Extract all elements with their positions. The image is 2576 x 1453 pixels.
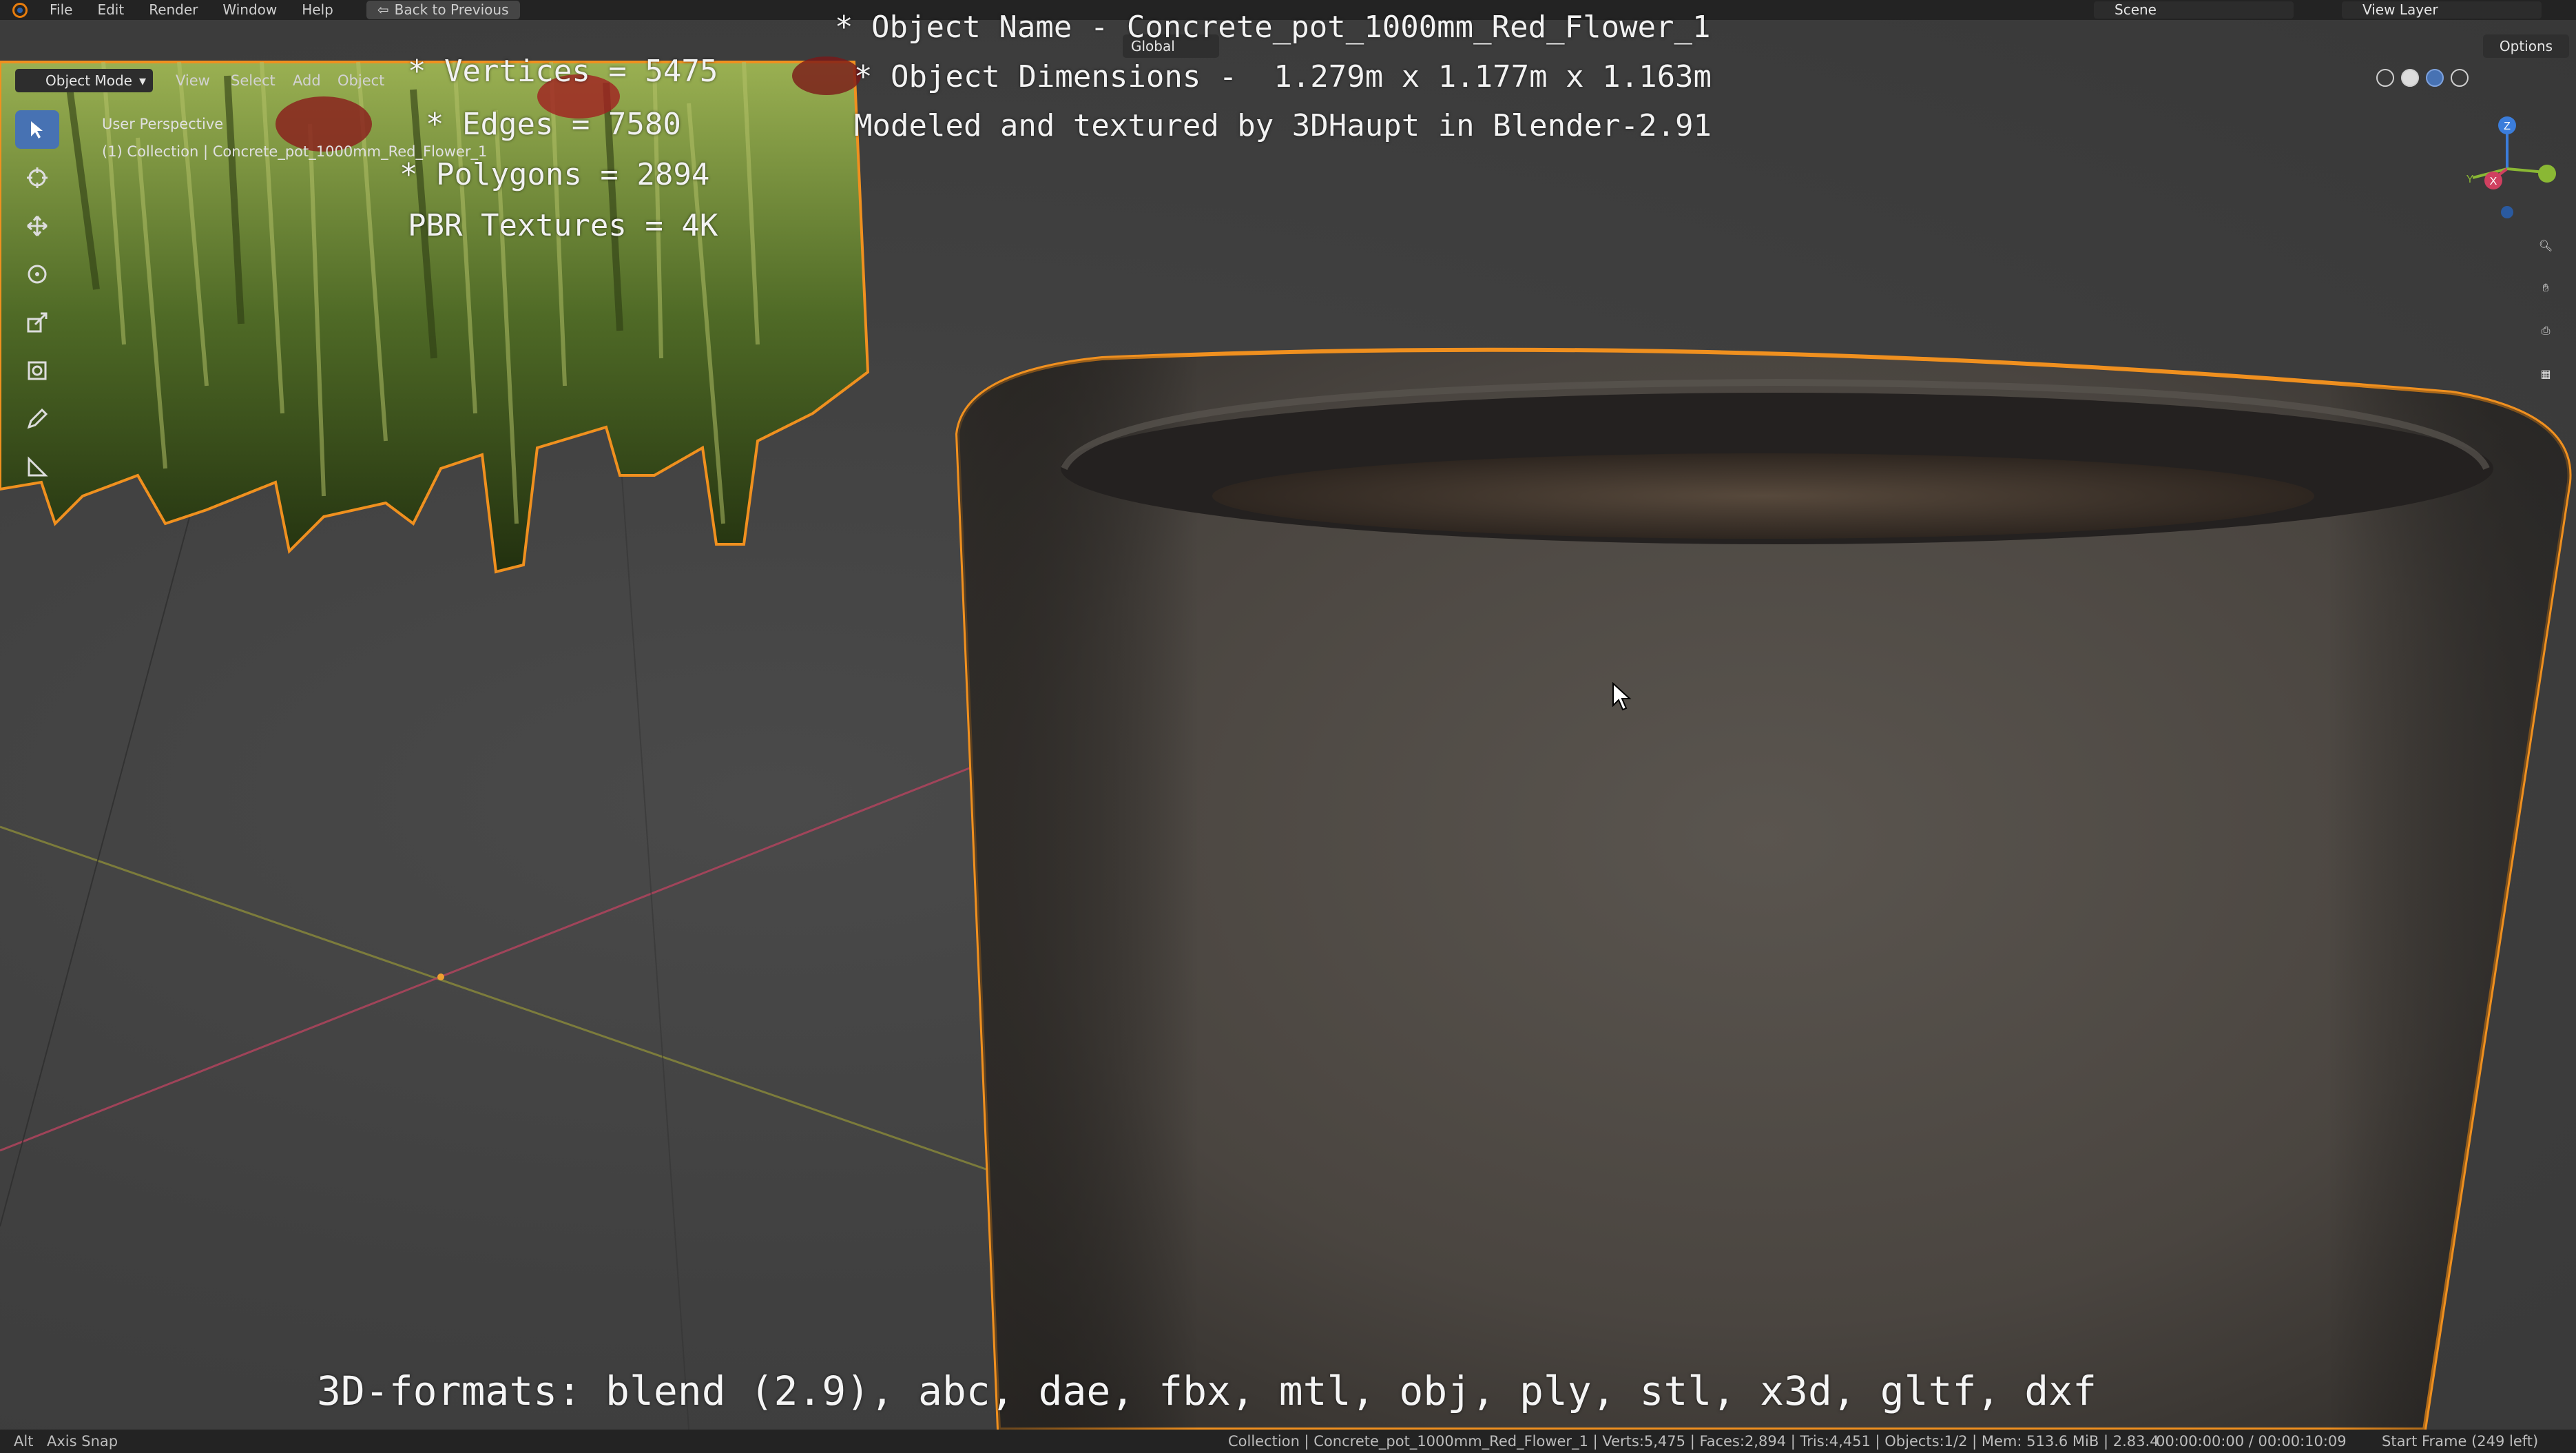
gizmo-x-label: X [2490,176,2497,187]
playback-time: 00:00:00:00 / 00:00:10:09 [2156,1433,2347,1450]
menu-file[interactable]: File [37,0,85,20]
options-label: Options [2499,38,2553,54]
status-bar: Alt Axis Snap Collection | Concrete_pot_… [0,1430,2576,1453]
grid-icon: ▦ [2540,367,2551,380]
rendered-shading-icon[interactable] [2451,69,2469,87]
menu-help[interactable]: Help [289,0,346,20]
ortho-toggle-button[interactable]: ▦ [2528,355,2564,391]
pbr-textures-label: PBR Textures = 4K [408,208,718,243]
header-menu-add[interactable]: Add [293,69,321,92]
crosshair-icon [27,167,48,188]
menu-window[interactable]: Window [210,0,289,20]
3d-cursor-origin [437,973,444,980]
material-preview-shading-icon[interactable] [2426,69,2444,87]
menu-render[interactable]: Render [136,0,210,20]
hand-icon: ✋︎ [2542,281,2549,294]
start-frame-info: Start Frame (249 left) [2382,1433,2539,1450]
back-to-previous-button[interactable]: ⇦ Back to Previous [366,1,520,19]
annotate-tool[interactable] [15,400,59,438]
pencil-icon [27,408,48,429]
zoom-icon: 🔍︎ [2538,238,2553,252]
transform-icon [28,361,47,380]
scale-icon [27,312,48,333]
neg-z-axis-handle-icon [2501,206,2513,218]
camera-icon: ⎙ [2541,324,2551,337]
object-mode-label: Object Mode [45,72,132,89]
axis-snap-hint: Axis Snap [47,1433,118,1450]
transform-tool[interactable] [15,351,59,390]
object-name-label: * Object Name - Concrete_pot_1000mm_Red_… [835,10,1711,45]
view-layer-selector[interactable]: View Layer [2342,1,2542,19]
header-menu-object[interactable]: Object [337,69,384,92]
blender-logo-icon[interactable] [12,2,28,18]
scene-statistics: Collection | Concrete_pot_1000mm_Red_Flo… [1228,1433,2159,1450]
alt-key-badge: Alt [14,1433,34,1450]
header-menu-select[interactable]: Select [231,69,276,92]
rotate-tool[interactable] [15,255,59,293]
back-to-previous-label: Back to Previous [394,1,509,18]
view-layer-name: View Layer [2362,1,2438,18]
object-dimensions-label: * Object Dimensions - 1.279m x 1.177m x … [854,59,1712,94]
menu-edit[interactable]: Edit [85,0,136,20]
pan-button[interactable]: ✋︎ [2528,270,2564,306]
x-axis-line [0,763,979,1152]
scale-tool[interactable] [15,303,59,342]
navigation-gizmo[interactable]: Z X Y [2452,110,2562,220]
modeled-by-label: Modeled and textured by 3DHaupt in Blend… [854,108,1712,143]
move-tool[interactable] [15,207,59,245]
ruler-icon [28,456,48,477]
measure-tool[interactable] [15,448,59,486]
cursor-arrow-icon [31,121,43,138]
camera-view-button[interactable]: ⎙ [2528,313,2564,349]
object-mode-dropdown[interactable]: Object Mode ▾ [15,69,153,92]
select-box-tool[interactable] [15,110,59,149]
vertices-count: * Vertices = 5475 [408,54,718,89]
edges-count: * Edges = 7580 [426,107,681,142]
move-arrows-icon [27,216,48,236]
solid-shading-icon[interactable] [2401,69,2419,87]
3d-viewport[interactable] [0,0,2576,1453]
tool-shelf [10,110,65,517]
y-axis-line [0,825,993,1173]
scene-selector[interactable]: Scene [2094,1,2294,19]
y-axis-handle-icon [2538,165,2556,183]
back-icon: ⇦ [377,1,389,18]
header-menu-view[interactable]: View [176,69,210,92]
options-button[interactable]: Options [2483,34,2569,58]
concrete-pot-mesh [955,347,2572,1432]
shading-mode-group [2376,69,2469,87]
mouse-pointer-icon [1612,682,1632,711]
rotate-icon [28,265,47,284]
zoom-button[interactable]: 🔍︎ [2528,227,2564,263]
chevron-down-icon: ▾ [138,72,146,89]
polygons-count: * Polygons = 2894 [399,157,710,192]
cursor-tool[interactable] [15,158,59,197]
gizmo-y-label: Y [2466,174,2474,185]
wireframe-shading-icon[interactable] [2376,69,2394,87]
scene-render [0,56,2572,1432]
gizmo-z-label: Z [2504,121,2511,132]
formats-label: 3D-formats: blend (2.9), abc, dae, fbx, … [317,1368,2097,1414]
scene-name: Scene [2115,1,2157,18]
